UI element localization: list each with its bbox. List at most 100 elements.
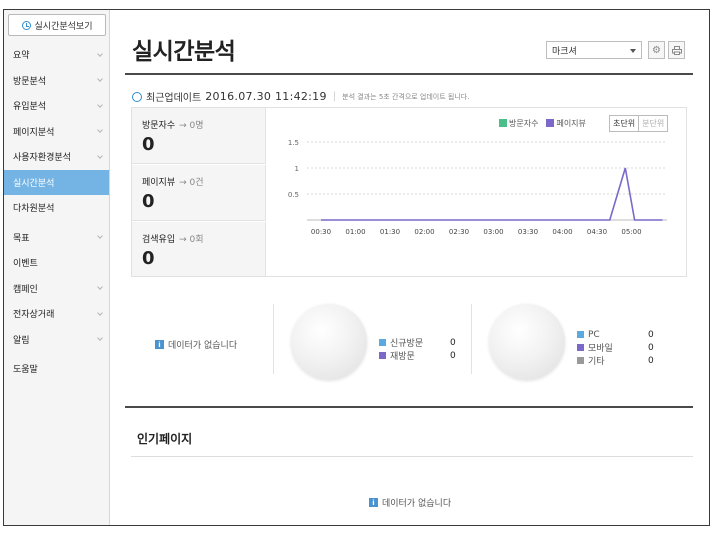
- breakdown-row: i 데이터가 없습니다 신규방문 0 재방문 0 PC 0 모바일 0 기타 0: [131, 298, 691, 384]
- sidebar-item[interactable]: 유입분석: [4, 93, 109, 119]
- divider: [471, 304, 472, 374]
- stat-sub: → 0명: [179, 121, 204, 131]
- sidebar-item[interactable]: 다차원분석: [4, 195, 109, 221]
- sidebar-item[interactable]: 알림: [4, 327, 109, 353]
- nodata-text: 데이터가 없습니다: [168, 341, 238, 351]
- print-button[interactable]: [668, 41, 685, 59]
- legend-row: 신규방문 0: [379, 336, 469, 349]
- popular-pages-title: 인기페이지: [137, 432, 193, 446]
- legend-value: 0: [450, 337, 456, 348]
- sidebar-item[interactable]: 요약: [4, 42, 109, 68]
- chevron-down-icon: [97, 284, 103, 291]
- sidebar-item[interactable]: 캠페인: [4, 276, 109, 302]
- settings-button[interactable]: ⚙: [648, 41, 665, 59]
- sidebar: 실시간분석보기 요약방문분석유입분석페이지분석사용자환경분석실시간분석다차원분석…: [4, 10, 110, 525]
- x-tick-label: 05:00: [621, 228, 641, 236]
- legend-value: 0: [450, 350, 456, 361]
- x-tick-label: 02:30: [449, 228, 469, 236]
- stat-sub: → 0건: [179, 178, 204, 188]
- stat-search-inflow: 검색유입 → 0회 0: [132, 222, 266, 276]
- stat-value: 0: [142, 191, 155, 212]
- legend-value: 0: [648, 329, 654, 340]
- chevron-down-icon: [97, 335, 103, 342]
- sidebar-item[interactable]: 실시간분석: [4, 169, 109, 195]
- sidebar-item-label: 사용자환경분석: [13, 153, 71, 164]
- stat-sub: → 0회: [179, 235, 204, 245]
- stat-label: 페이지뷰 → 0건: [142, 175, 265, 188]
- legend-row: 재방문 0: [379, 349, 469, 362]
- line-chart: 1.5 1 0.5 00:30 01:00 01:30 02:00 02:30 03:00 03:…: [288, 139, 667, 236]
- legend-label: 신규방문: [390, 339, 424, 349]
- popular-divider: [131, 456, 693, 457]
- separator: |: [332, 91, 337, 102]
- chevron-down-icon: [97, 50, 103, 57]
- clock-icon: [21, 20, 31, 30]
- sidebar-item-label: 페이지분석: [13, 127, 55, 138]
- sidebar-item[interactable]: 페이지분석: [4, 119, 109, 145]
- device-legend: PC 0 모바일 0 기타 0: [577, 328, 667, 367]
- stat-label-text: 페이지뷰: [142, 178, 176, 188]
- sidebar-item[interactable]: 전자상거래: [4, 301, 109, 327]
- stat-label-text: 검색유입: [142, 235, 176, 245]
- market-select-value: 마크셔: [552, 46, 577, 57]
- realtime-stats-panel: 방문자수 → 0명 0 페이지뷰 → 0건 0 검색유입 → 0회 0 방문자수 페이…: [131, 107, 687, 277]
- x-tick-label: 01:00: [345, 228, 365, 236]
- legend-swatch: [577, 344, 584, 351]
- caret-down-icon: [630, 49, 636, 53]
- sidebar-item-label: 목표: [13, 233, 30, 244]
- realtime-view-button[interactable]: 실시간분석보기: [8, 14, 106, 36]
- stat-value: 0: [142, 248, 155, 269]
- chevron-down-icon: [97, 127, 103, 134]
- legend-swatch: [379, 352, 386, 359]
- sidebar-item[interactable]: 이벤트: [4, 250, 109, 276]
- stat-visitors: 방문자수 → 0명 0: [132, 108, 266, 164]
- info-icon: i: [369, 498, 378, 507]
- chevron-down-icon: [97, 152, 103, 159]
- legend-swatch: [577, 357, 584, 364]
- legend-label: 모바일: [588, 344, 613, 354]
- stat-value: 0: [142, 134, 155, 155]
- page-title: 실시간분석: [132, 39, 236, 65]
- nodata-text: 데이터가 없습니다: [382, 499, 452, 509]
- sidebar-item[interactable]: 방문분석: [4, 68, 109, 94]
- chevron-down-icon: [97, 309, 103, 316]
- print-icon: [671, 45, 682, 55]
- sidebar-item-label: 다차원분석: [13, 204, 55, 215]
- section-divider: [125, 406, 693, 408]
- visitor-type-legend: 신규방문 0 재방문 0: [379, 336, 469, 362]
- visitor-type-pie: [291, 304, 367, 380]
- x-tick-label: 03:00: [483, 228, 503, 236]
- sidebar-item-label: 요약: [13, 51, 30, 62]
- sidebar-item-label: 전자상거래: [13, 310, 55, 321]
- x-tick-label: 02:00: [414, 228, 434, 236]
- market-select[interactable]: 마크셔: [546, 41, 642, 59]
- sidebar-item[interactable]: 목표: [4, 225, 109, 251]
- legend-swatch: [379, 339, 386, 346]
- y-tick-label: 0.5: [288, 191, 299, 199]
- legend-row: 기타 0: [577, 354, 667, 367]
- legend-label: 기타: [588, 357, 605, 367]
- visitor-nodata-message: i 데이터가 없습니다: [155, 338, 237, 351]
- sidebar-item-label: 유입분석: [13, 102, 47, 113]
- stat-label: 방문자수 → 0명: [142, 118, 265, 131]
- y-tick-label: 1: [295, 165, 299, 173]
- popular-nodata-message: i 데이터가 없습니다: [369, 496, 451, 509]
- legend-value: 0: [648, 355, 654, 366]
- legend-row: PC 0: [577, 328, 667, 341]
- title-divider: [125, 73, 693, 75]
- realtime-chart: 방문자수 페이지뷰 초단위 분단위 1.5 1 0.5 00:30 01:00 01:30…: [267, 108, 687, 276]
- sidebar-item[interactable]: 사용자환경분석: [4, 144, 109, 170]
- realtime-view-label: 실시간분석보기: [34, 21, 93, 32]
- stat-pageviews: 페이지뷰 → 0건 0: [132, 165, 266, 221]
- clock-icon: [132, 91, 142, 102]
- stat-label: 검색유입 → 0회: [142, 232, 265, 245]
- sidebar-item-label: 도움말: [13, 365, 38, 376]
- legend-swatch: [577, 331, 584, 338]
- chevron-down-icon: [97, 101, 103, 108]
- device-pie: [489, 304, 565, 380]
- sidebar-item[interactable]: 도움말: [4, 356, 109, 382]
- gear-icon: ⚙: [652, 44, 661, 56]
- legend-label: 재방문: [390, 352, 415, 362]
- y-tick-label: 1.5: [288, 139, 299, 147]
- legend-row: 모바일 0: [577, 341, 667, 354]
